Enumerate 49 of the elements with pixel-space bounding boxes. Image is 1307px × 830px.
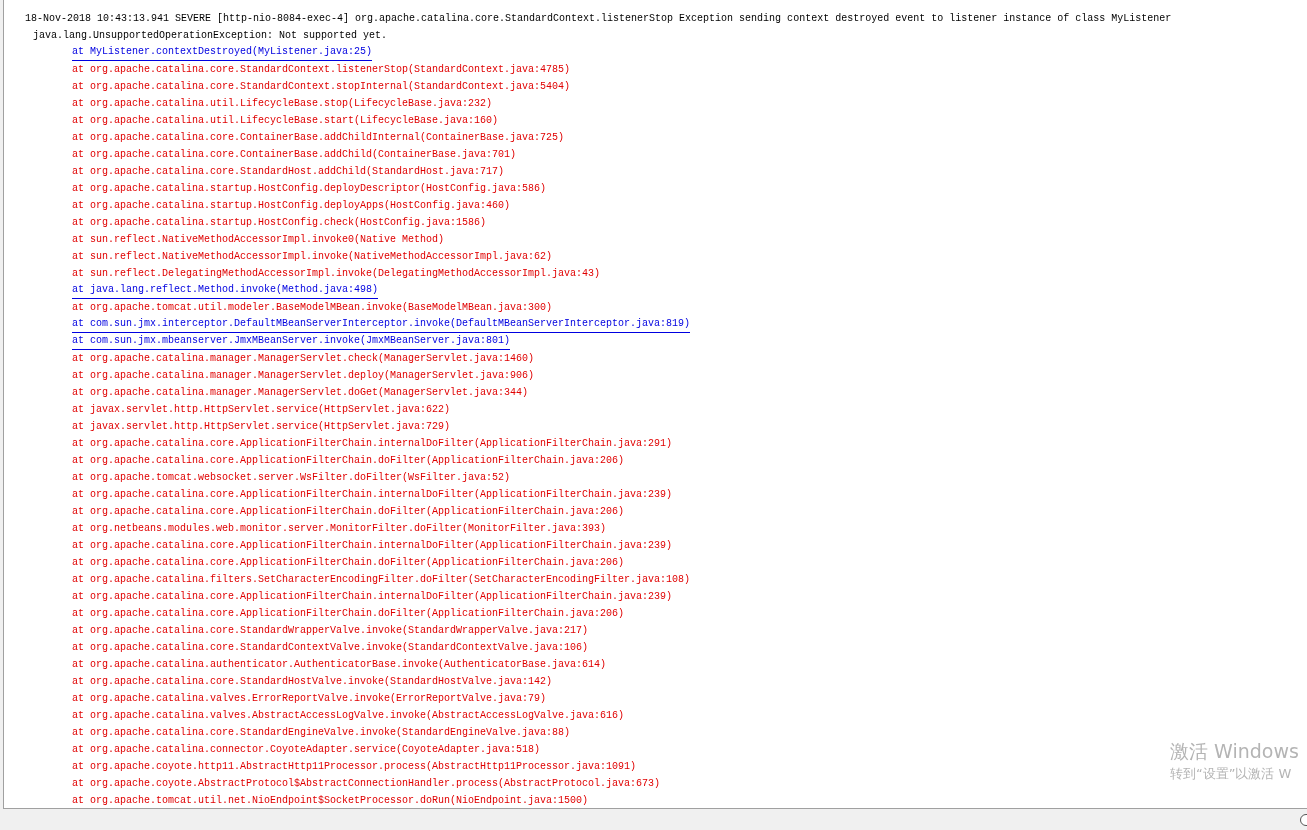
stack-frame-line: at org.apache.catalina.core.ApplicationFilterChain.internalDoFilter(ApplicationFilterChain.java:239) [72,590,673,604]
activation-title: 激活 Windows [1170,739,1299,764]
stack-frame-line: at org.apache.catalina.connector.CoyoteAdapter.service(CoyoteAdapter.java:518) [72,743,541,757]
activation-subtitle: 转到“设置”以激活 W [1170,765,1292,783]
stack-frame-line: at org.apache.catalina.core.StandardEngineValve.invoke(StandardEngineValve.java:88) [72,726,571,740]
stack-frame-line: at sun.reflect.DelegatingMethodAccessorImpl.invoke(DelegatingMethodAccessorImpl.java:43) [72,267,601,281]
stack-frame-line: at org.apache.catalina.manager.ManagerServlet.doGet(ManagerServlet.java:344) [72,386,529,400]
stack-frame-line: at org.apache.tomcat.util.net.NioEndpoint$SocketProcessor.doRun(NioEndpoint.java:1500) [72,794,589,808]
stack-frame-line: at org.apache.catalina.startup.HostConfig.deployApps(HostConfig.java:460) [72,199,511,213]
stack-frame-line: at org.apache.catalina.core.StandardHostValve.invoke(StandardHostValve.java:142) [72,675,553,689]
stack-frame-line: at org.apache.catalina.core.ApplicationFilterChain.internalDoFilter(ApplicationFilterChain.java:239) [72,488,673,502]
stack-frame-line: at org.apache.catalina.core.ApplicationFilterChain.doFilter(ApplicationFilterChain.java:206) [72,454,625,468]
stack-frame-line: at org.apache.catalina.valves.ErrorReportValve.invoke(ErrorReportValve.java:79) [72,692,547,706]
stack-frame-line: at sun.reflect.NativeMethodAccessorImpl.invoke0(Native Method) [72,233,445,247]
stack-frame-line: at org.apache.catalina.startup.HostConfig.deployDescriptor(HostConfig.java:586) [72,182,547,196]
stack-frame-line: at org.apache.catalina.core.ApplicationFilterChain.doFilter(ApplicationFilterChain.java:206) [72,556,625,570]
log-header-line: 18-Nov-2018 10:43:13.941 SEVERE [http-nio-8084-exec-4] org.apache.catalina.core.StandardContext.listenerStop Exception sending context destroyed event to listener instance of class MyListener [25,12,1172,26]
stack-frame-line: at org.apache.catalina.core.StandardContext.listenerStop(StandardContext.java:4785) [72,63,571,77]
stack-frame-line: at org.apache.catalina.core.StandardHost.addChild(StandardHost.java:717) [72,165,505,179]
stack-frame-link[interactable]: at com.sun.jmx.interceptor.DefaultMBeanServerInterceptor.invoke(DefaultMBeanServerInterceptor.java:819) [72,316,691,333]
stack-frame-line: at org.apache.catalina.core.StandardContext.stopInternal(StandardContext.java:5404) [72,80,571,94]
stack-frame-line: at org.apache.catalina.core.StandardWrapperValve.invoke(StandardWrapperValve.java:217) [72,624,589,638]
stack-frame-line: at org.apache.coyote.AbstractProtocol$AbstractConnectionHandler.process(AbstractProtocol.java:673) [72,777,661,791]
stack-frame-line: at org.apache.tomcat.util.modeler.BaseModelMBean.invoke(BaseModelMBean.java:300) [72,301,553,315]
stack-frame-line: at org.apache.catalina.authenticator.AuthenticatorBase.invoke(AuthenticatorBase.java:614) [72,658,607,672]
stack-frame-line: at org.apache.catalina.core.ApplicationFilterChain.doFilter(ApplicationFilterChain.java:206) [72,607,625,621]
stack-frame-line: at org.apache.tomcat.websocket.server.WsFilter.doFilter(WsFilter.java:52) [72,471,511,485]
stack-frame-line: at org.apache.catalina.core.ContainerBase.addChildInternal(ContainerBase.java:725) [72,131,565,145]
stack-frame-line: at org.netbeans.modules.web.monitor.server.MonitorFilter.doFilter(MonitorFilter.java:393) [72,522,607,536]
stack-frame-line: at org.apache.catalina.manager.ManagerServlet.deploy(ManagerServlet.java:906) [72,369,535,383]
stack-frame-line: at org.apache.catalina.core.ApplicationFilterChain.doFilter(ApplicationFilterChain.java:206) [72,505,625,519]
stack-frame-link[interactable]: at com.sun.jmx.mbeanserver.JmxMBeanServer.invoke(JmxMBeanServer.java:801) [72,333,511,350]
stack-frame-line: at sun.reflect.NativeMethodAccessorImpl.invoke(NativeMethodAccessorImpl.java:62) [72,250,553,264]
stack-frame-line: at org.apache.catalina.manager.ManagerServlet.check(ManagerServlet.java:1460) [72,352,535,366]
stack-frame-line: at org.apache.catalina.core.ApplicationFilterChain.internalDoFilter(ApplicationFilterChain.java:239) [72,539,673,553]
exception-line: java.lang.UnsupportedOperationException: Not supported yet. [33,29,388,43]
stack-frame-line: at org.apache.catalina.valves.AbstractAccessLogValve.invoke(AbstractAccessLogValve.java:616) [72,709,625,723]
stack-frame-line: at org.apache.catalina.core.StandardContextValve.invoke(StandardContextValve.java:106) [72,641,589,655]
stack-frame-line: at org.apache.catalina.core.ApplicationFilterChain.internalDoFilter(ApplicationFilterChain.java:291) [72,437,673,451]
stack-frame-line: at org.apache.catalina.util.LifecycleBase.stop(LifecycleBase.java:232) [72,97,493,111]
stack-frame-link[interactable]: at java.lang.reflect.Method.invoke(Method.java:498) [72,282,379,299]
stack-frame-line: at org.apache.catalina.core.ContainerBase.addChild(ContainerBase.java:701) [72,148,517,162]
stack-frame-line: at javax.servlet.http.HttpServlet.service(HttpServlet.java:622) [72,403,451,417]
stack-frame-line: at javax.servlet.http.HttpServlet.service(HttpServlet.java:729) [72,420,451,434]
stack-frame-line: at org.apache.catalina.startup.HostConfig.check(HostConfig.java:1586) [72,216,487,230]
stack-frame-line: at org.apache.catalina.util.LifecycleBase.start(LifecycleBase.java:160) [72,114,499,128]
stack-frame-line: at org.apache.coyote.http11.AbstractHttp11Processor.process(AbstractHttp11Processor.java:1091) [72,760,637,774]
stack-frame-link[interactable]: at MyListener.contextDestroyed(MyListener.java:25) [72,44,373,61]
stack-frame-line: at org.apache.catalina.filters.SetCharacterEncodingFilter.doFilter(SetCharacterEncodingFilter.java:108) [72,573,691,587]
